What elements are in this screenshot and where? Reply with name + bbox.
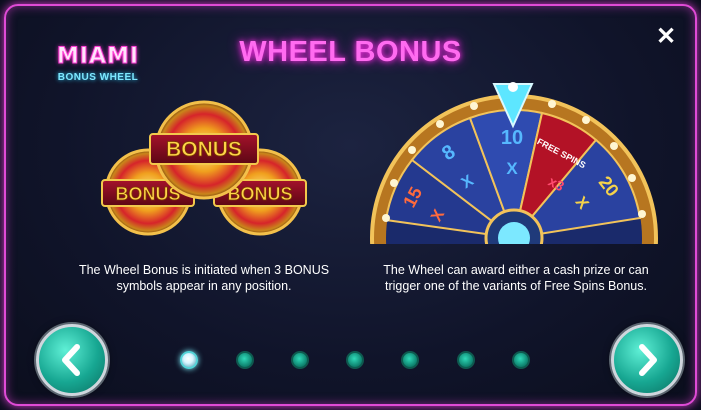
page-dot-1[interactable]: [180, 351, 198, 369]
page-dot-5[interactable]: [401, 351, 419, 369]
page-dot-3[interactable]: [291, 351, 309, 369]
page-indicator: [180, 351, 540, 371]
bonus-symbols-illustration: BONUS BONUS BONUS: [101, 100, 307, 236]
paytable-dialog: MIAMI BONUS WHEEL WHEEL BONUS ✕ BONUS BO…: [4, 4, 697, 406]
next-page-button[interactable]: [611, 324, 683, 396]
logo-bonus-wheel: BONUS WHEEL: [57, 72, 139, 83]
page-dot-6[interactable]: [457, 351, 475, 369]
description-right: The Wheel can award either a cash prize …: [383, 263, 649, 293]
coin-left-label: BONUS: [115, 184, 180, 204]
chevron-left-icon: [62, 344, 80, 376]
wheel-segment-10: 10: [501, 127, 523, 149]
close-button[interactable]: ✕: [653, 24, 679, 50]
coin-right-label: BONUS: [227, 184, 292, 204]
description-left: The Wheel Bonus is initiated when 3 BONU…: [78, 263, 330, 293]
wheel-segment-x-3: X: [506, 159, 518, 178]
dialog-title: WHEEL BONUS: [239, 36, 462, 68]
close-icon: ✕: [655, 23, 677, 50]
page-dot-2[interactable]: [236, 351, 254, 369]
chevron-right-icon: [639, 344, 657, 376]
previous-page-button[interactable]: [36, 324, 108, 396]
page-dot-4[interactable]: [346, 351, 364, 369]
bonus-wheel-illustration: 15 X 8 X 10 X FREE SPINS x3 20 X: [370, 82, 658, 244]
coin-top-label: BONUS: [166, 138, 242, 161]
page-dot-7[interactable]: [512, 351, 530, 369]
